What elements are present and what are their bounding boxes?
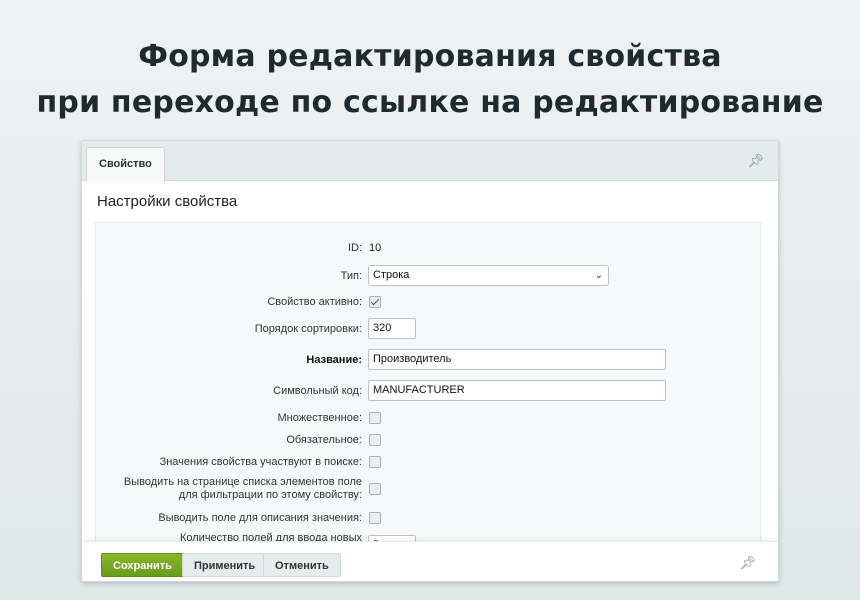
cancel-button[interactable]: Отменить: [263, 553, 341, 577]
with-description-checkbox[interactable]: [369, 512, 381, 524]
id-label: ID:: [347, 242, 362, 254]
searchable-label: Значения свойства участвуют в поиске:: [159, 456, 362, 468]
required-label: Обязательное:: [286, 434, 362, 446]
chevron-down-icon: ⌄: [594, 270, 603, 281]
pin-icon[interactable]: 📌︎: [747, 153, 764, 169]
sort-label: Порядок сортировки:: [254, 323, 362, 335]
type-select[interactable]: Строка ⌄: [368, 265, 609, 286]
save-button[interactable]: Сохранить: [101, 553, 184, 577]
type-label: Тип:: [340, 270, 362, 282]
multiple-checkbox[interactable]: [369, 412, 381, 424]
headline-line-1: Форма редактирования свойства: [138, 39, 722, 74]
multiple-label: Множественное:: [277, 412, 362, 424]
tab-property[interactable]: Свойство: [86, 147, 165, 182]
page-headline: Форма редактирования свойства при перехо…: [0, 34, 860, 126]
name-label: Название:: [306, 354, 362, 366]
filter-checkbox[interactable]: [369, 483, 381, 495]
required-checkbox[interactable]: [369, 434, 381, 446]
name-input[interactable]: Производитель: [368, 349, 666, 370]
type-select-value: Строка: [373, 269, 410, 281]
form-footer: Сохранить Применить Отменить 📌︎: [82, 541, 778, 581]
tab-bar: Свойство 📌︎: [82, 141, 778, 182]
searchable-checkbox[interactable]: [369, 456, 381, 468]
property-edit-window: Свойство 📌︎ Настройки свойства ID: 10 Ти…: [81, 140, 779, 582]
headline-line-2: при переходе по ссылке на редактирование: [36, 85, 824, 120]
active-label: Свойство активно:: [267, 296, 362, 308]
code-input[interactable]: MANUFACTURER: [368, 380, 666, 401]
sort-input[interactable]: 320: [368, 318, 416, 339]
code-label: Символьный код:: [273, 385, 362, 397]
pin-icon[interactable]: 📌︎: [739, 555, 756, 571]
section-title: Настройки свойства: [97, 193, 238, 210]
id-value: 10: [369, 242, 382, 254]
apply-button[interactable]: Применить: [182, 553, 268, 577]
with-description-label: Выводить поле для описания значения:: [158, 512, 362, 524]
filter-label: Выводить на странице списка элементов по…: [123, 476, 362, 501]
property-settings-form: ID: 10 Тип: Строка ⌄ Свойство активно: П…: [95, 222, 761, 552]
active-checkbox[interactable]: [369, 296, 381, 308]
